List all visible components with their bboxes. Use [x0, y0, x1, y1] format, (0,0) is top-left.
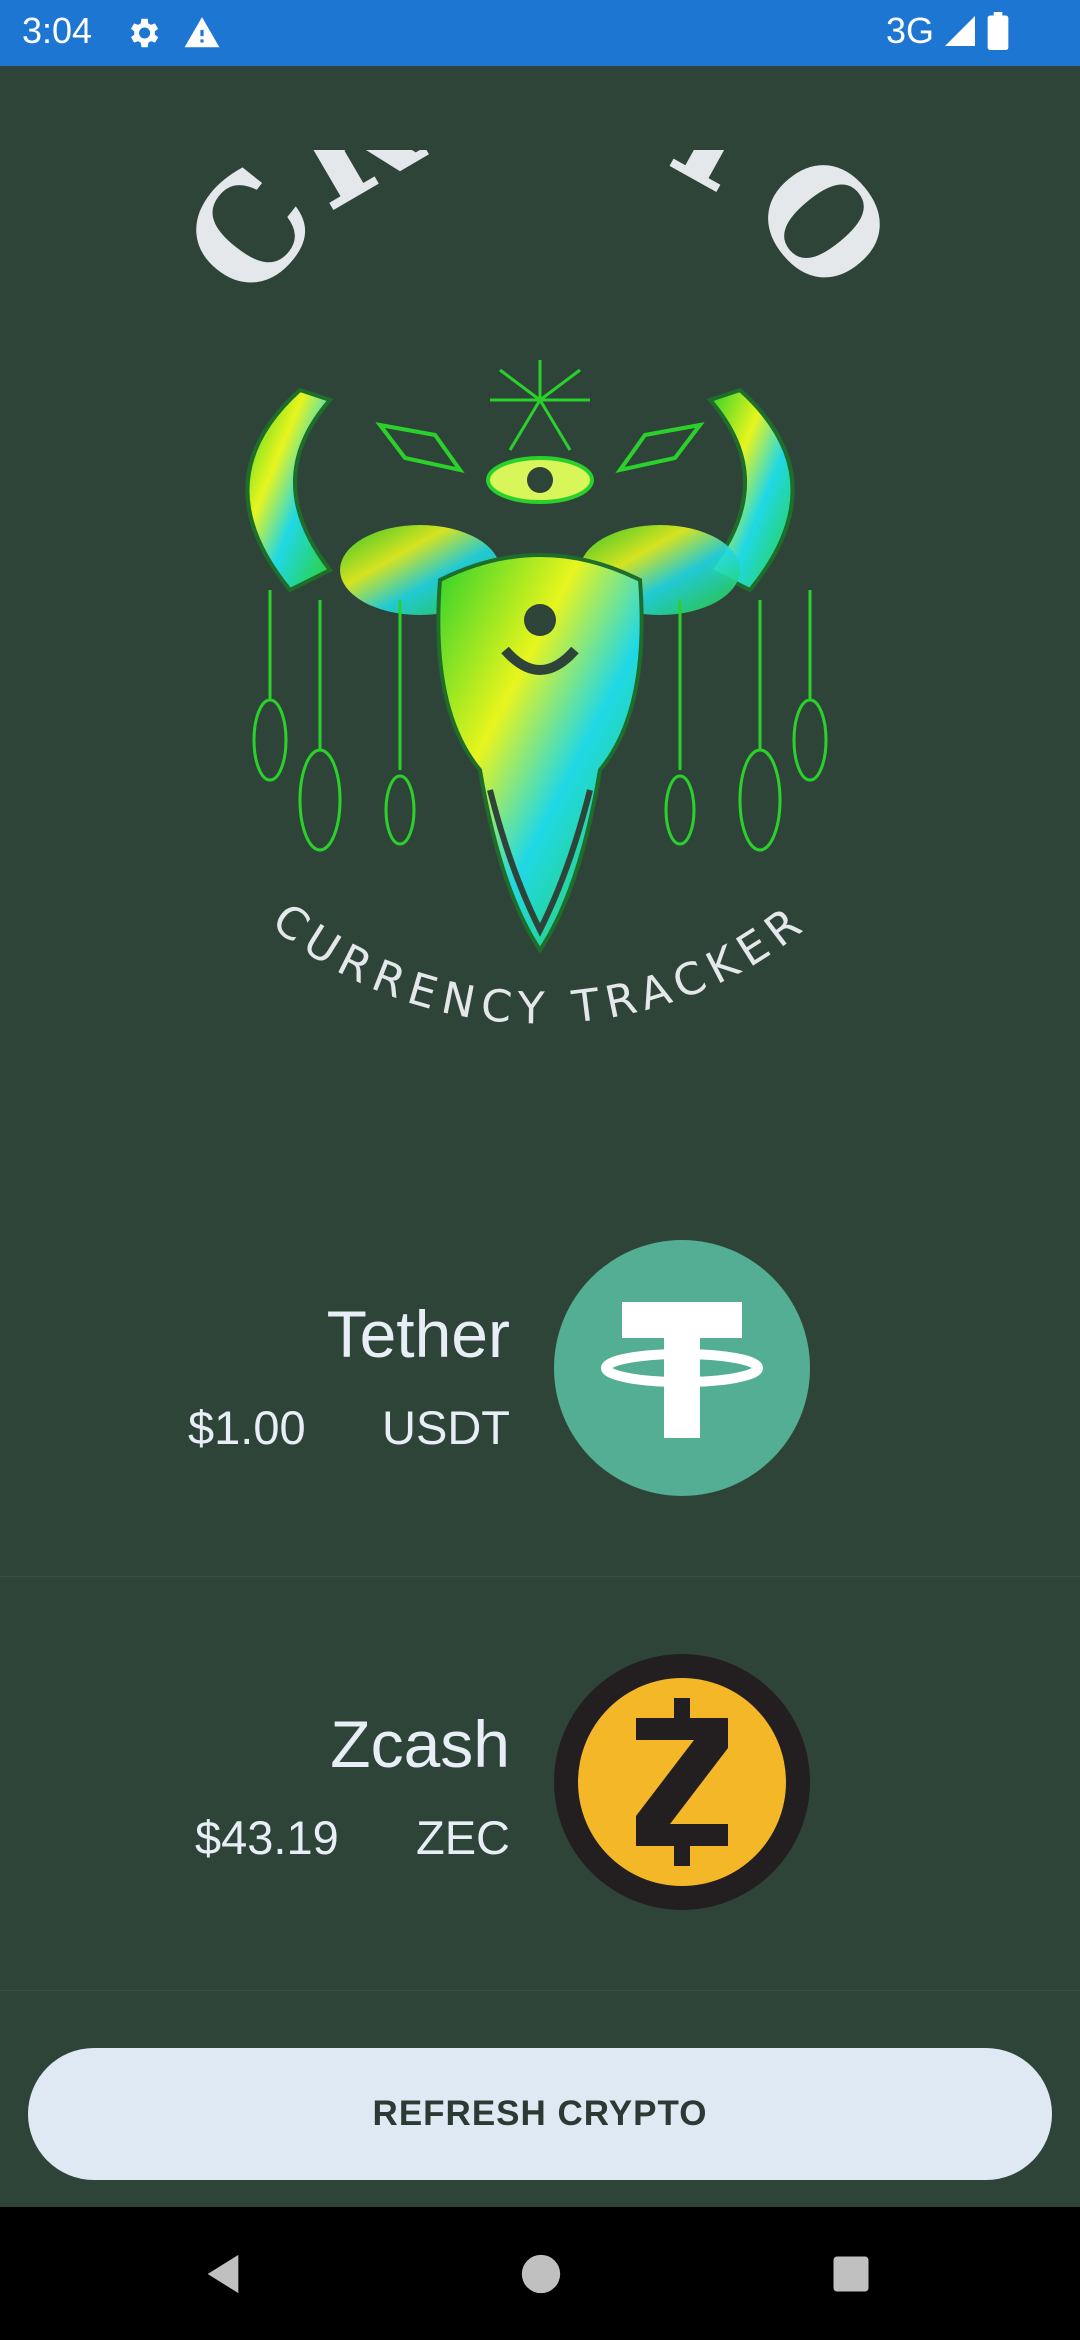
- coin-row-zcash[interactable]: Zcash $43.19 ZEC: [0, 1578, 1080, 1991]
- network-type: 3G: [885, 10, 934, 51]
- back-icon[interactable]: [200, 2251, 246, 2297]
- coin-symbol: ZEC: [416, 1811, 510, 1864]
- refresh-crypto-button[interactable]: REFRESH CRYPTO: [28, 2048, 1052, 2180]
- crypto-tracker-logo: CRYPTO CURRENCY TRACKER: [180, 150, 900, 1035]
- logo-title: CRYPTO: [180, 150, 900, 327]
- coin-symbol: USDT: [382, 1401, 510, 1454]
- recents-icon[interactable]: [830, 2253, 872, 2295]
- tether-icon: [554, 1240, 810, 1496]
- coin-price: $43.19: [195, 1811, 339, 1864]
- navigation-bar: [0, 2207, 1080, 2340]
- left-horn: [245, 387, 334, 593]
- home-icon[interactable]: [518, 2251, 564, 2297]
- coin-row-tether[interactable]: Tether $1.00 USDT: [0, 1164, 1080, 1577]
- coin-price: $1.00: [188, 1401, 306, 1454]
- zcash-icon: [554, 1654, 810, 1910]
- signal-icon: [945, 16, 975, 46]
- battery-icon: [987, 12, 1009, 50]
- coin-name: Zcash: [330, 1707, 510, 1781]
- gear-icon: [130, 18, 159, 48]
- status-bar: 3:04 3G: [0, 0, 1080, 66]
- status-time: 3:04: [22, 10, 93, 51]
- warning-icon: [184, 17, 220, 48]
- coin-name: Tether: [326, 1297, 510, 1371]
